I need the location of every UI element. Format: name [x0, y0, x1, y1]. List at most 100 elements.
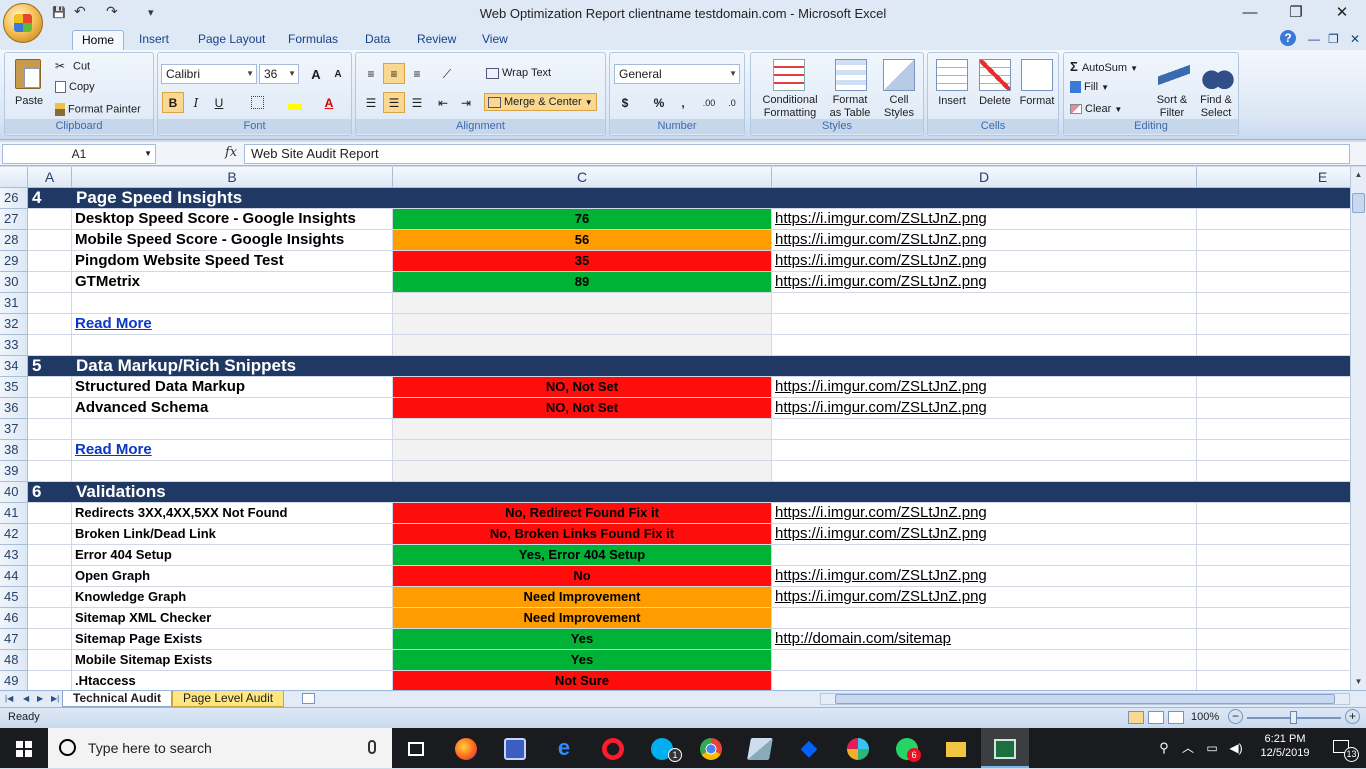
section-header-row[interactable]: 5 Data Markup/Rich Snippets	[28, 356, 1350, 377]
screenshot-app-taskbar-icon[interactable]	[491, 728, 539, 768]
shrink-font-button[interactable]: A	[327, 64, 349, 85]
cell-e[interactable]	[1197, 503, 1350, 524]
cell-d[interactable]	[772, 419, 1197, 440]
font-size-select[interactable]: 36 ▼	[259, 64, 299, 84]
paste-button[interactable]: Paste	[9, 55, 49, 117]
audit-item-label[interactable]: Sitemap XML Checker	[72, 608, 393, 629]
workbook-close-button[interactable]: ✕	[1344, 30, 1366, 50]
align-top-button[interactable]: ≡	[360, 63, 382, 84]
audit-item-label[interactable]: Mobile Speed Score - Google Insights	[72, 230, 393, 251]
notes-app-taskbar-icon[interactable]	[736, 728, 784, 768]
cell-e[interactable]	[1197, 293, 1350, 314]
chrome-taskbar-icon[interactable]	[687, 728, 735, 768]
cell-a[interactable]	[28, 671, 72, 690]
row-header[interactable]: 29	[0, 251, 28, 272]
read-more-link[interactable]: Read More	[72, 314, 393, 335]
read-more-link[interactable]: Read More	[72, 440, 393, 461]
cell-a[interactable]	[28, 566, 72, 587]
cell-e[interactable]	[1197, 272, 1350, 293]
audit-item-label[interactable]: Structured Data Markup	[72, 377, 393, 398]
cell-d[interactable]	[772, 314, 1197, 335]
format-as-table-button[interactable]: Format as Table	[825, 55, 875, 121]
opera-taskbar-icon[interactable]	[589, 728, 637, 768]
cell-a[interactable]	[28, 419, 72, 440]
clear-button[interactable]: Clear ▼	[1070, 103, 1122, 115]
cell-e[interactable]	[1197, 314, 1350, 335]
clock[interactable]: 6:21 PM 12/5/2019	[1252, 730, 1318, 766]
section-header-row[interactable]: 6 Validations	[28, 482, 1350, 503]
audit-status-green[interactable]: Yes, Error 404 Setup	[393, 545, 772, 566]
format-cells-button[interactable]: Format	[1016, 55, 1058, 121]
fill-color-button[interactable]	[284, 92, 306, 113]
cell-b[interactable]	[72, 419, 393, 440]
cell-e[interactable]	[1197, 440, 1350, 461]
merge-center-button[interactable]: Merge & Center ▼	[484, 93, 597, 111]
row-header[interactable]: 26	[0, 188, 28, 209]
font-name-select[interactable]: Calibri ▼	[161, 64, 257, 84]
audit-item-label[interactable]: .Htaccess	[72, 671, 393, 690]
network-icon[interactable]: ▭	[1200, 728, 1224, 768]
row-header[interactable]: 30	[0, 272, 28, 293]
cell-a[interactable]	[28, 272, 72, 293]
delete-cells-button[interactable]: Delete	[974, 55, 1016, 121]
scroll-up-arrow-icon[interactable]: ▲	[1351, 167, 1366, 183]
cell-c[interactable]	[393, 314, 772, 335]
cell-c[interactable]	[393, 293, 772, 314]
cell-e[interactable]	[1197, 587, 1350, 608]
increase-indent-button[interactable]: ⇥	[455, 92, 477, 113]
zoom-slider-thumb[interactable]	[1290, 711, 1297, 724]
currency-button[interactable]: $	[614, 92, 636, 113]
page-layout-view-icon[interactable]	[1148, 711, 1164, 724]
zoom-level[interactable]: 100%	[1191, 711, 1219, 723]
cell-e[interactable]	[1197, 251, 1350, 272]
task-view-button[interactable]	[392, 728, 440, 768]
insert-function-icon[interactable]: fx	[225, 145, 237, 160]
column-header-c[interactable]: C	[393, 167, 772, 188]
column-header-a[interactable]: A	[28, 167, 72, 188]
audit-item-label[interactable]: Mobile Sitemap Exists	[72, 650, 393, 671]
row-header[interactable]: 49	[0, 671, 28, 690]
audit-status-green[interactable]: 89	[393, 272, 772, 293]
evidence-link[interactable]: https://i.imgur.com/ZSLtJnZ.png	[772, 272, 1197, 293]
cell-e[interactable]	[1197, 608, 1350, 629]
row-header[interactable]: 45	[0, 587, 28, 608]
italic-button[interactable]: I	[185, 92, 207, 113]
name-box[interactable]: A1 ▼	[2, 144, 156, 164]
cell-e[interactable]	[1197, 650, 1350, 671]
evidence-link[interactable]: https://i.imgur.com/ZSLtJnZ.png	[772, 587, 1197, 608]
evidence-link[interactable]: https://i.imgur.com/ZSLtJnZ.png	[772, 398, 1197, 419]
evidence-link[interactable]: https://i.imgur.com/ZSLtJnZ.png	[772, 503, 1197, 524]
notifications-button[interactable]: 13	[1320, 728, 1366, 768]
cell-a[interactable]	[28, 440, 72, 461]
row-header[interactable]: 39	[0, 461, 28, 482]
row-header[interactable]: 42	[0, 524, 28, 545]
audit-status-red[interactable]: 35	[393, 251, 772, 272]
row-header[interactable]: 31	[0, 293, 28, 314]
audit-status-orange[interactable]: Need Improvement	[393, 587, 772, 608]
scroll-thumb[interactable]	[1352, 193, 1365, 213]
cell-e[interactable]	[1197, 461, 1350, 482]
cell-e[interactable]	[1197, 524, 1350, 545]
cell-e[interactable]	[1197, 230, 1350, 251]
workbook-restore-button[interactable]: ❐	[1322, 30, 1345, 50]
zoom-in-button[interactable]: +	[1345, 709, 1360, 724]
cell-e[interactable]	[1197, 629, 1350, 650]
scroll-down-arrow-icon[interactable]: ▼	[1351, 674, 1366, 690]
cell-e[interactable]	[1197, 335, 1350, 356]
format-painter-button[interactable]: Format Painter	[55, 103, 141, 116]
cut-button[interactable]: ✂ Cut	[55, 59, 90, 74]
redo-icon[interactable]: ↷	[106, 3, 118, 19]
cell-d[interactable]	[772, 293, 1197, 314]
horizontal-scroll-thumb[interactable]	[835, 694, 1335, 704]
row-header[interactable]: 40	[0, 482, 28, 503]
cell-d[interactable]	[772, 335, 1197, 356]
sheet-tab-technical-audit[interactable]: Technical Audit	[62, 691, 173, 707]
grow-font-button[interactable]: A	[305, 64, 327, 85]
save-icon[interactable]: 💾	[52, 6, 66, 21]
align-right-button[interactable]: ☰	[406, 92, 428, 113]
audit-status-green[interactable]: 76	[393, 209, 772, 230]
align-middle-button[interactable]: ≡	[383, 63, 405, 84]
worksheet-grid[interactable]: A B C D E 26 4 Page Speed Insights 27 Desktop Spe…	[0, 167, 1350, 690]
evidence-link[interactable]: http://domain.com/sitemap	[772, 629, 1197, 650]
wrap-text-button[interactable]: Wrap Text	[486, 67, 551, 79]
